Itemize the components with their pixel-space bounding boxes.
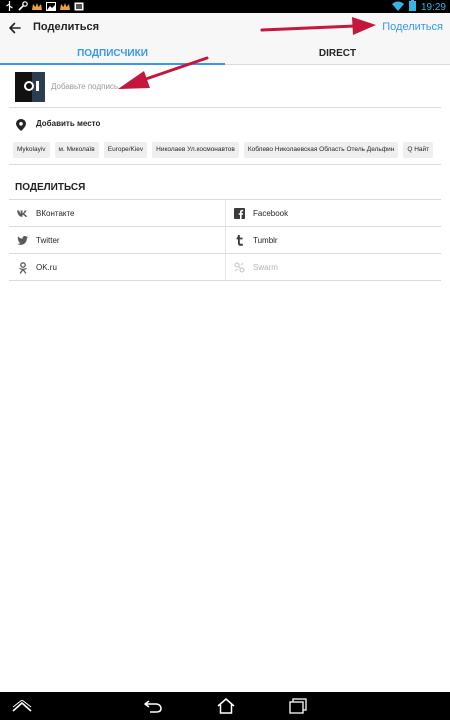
share-submit-button[interactable]: Поделиться xyxy=(382,21,443,33)
gallery-icon xyxy=(74,1,84,11)
wrench-icon xyxy=(18,1,28,11)
system-nav-bar xyxy=(0,692,450,720)
usb-icon xyxy=(4,1,14,11)
share-target-vk[interactable]: ВКонтакте xyxy=(9,200,225,227)
caption-row xyxy=(9,65,441,108)
image-icon xyxy=(46,1,56,11)
place-suggestions: Mykolayiv м. Миколаїв Europe/Kiev Никола… xyxy=(13,142,441,158)
recent-apps-icon[interactable] xyxy=(288,697,308,715)
share-target-label: OK.ru xyxy=(36,263,57,272)
share-target-label: Facebook xyxy=(253,209,289,218)
twitter-icon xyxy=(17,235,28,246)
share-section-title: ПОДЕЛИТЬСЯ xyxy=(15,182,86,193)
add-place-row[interactable]: Добавить место xyxy=(9,110,441,138)
crown-icon xyxy=(32,1,42,11)
photo-thumbnail xyxy=(15,72,45,102)
annotation-arrows xyxy=(118,17,376,89)
app-bar: Поделиться Поделиться xyxy=(0,13,450,43)
place-chip[interactable]: Коблево Николаевская Область Отель Дельф… xyxy=(243,142,399,158)
share-target-label: Twitter xyxy=(36,236,60,245)
share-target-label: ВКонтакте xyxy=(36,209,75,218)
home-icon[interactable] xyxy=(216,697,236,715)
status-bar: 19:29 xyxy=(0,0,450,13)
share-target-ok[interactable]: OK.ru xyxy=(9,254,225,281)
add-place-label: Добавить место xyxy=(36,119,101,128)
share-target-facebook[interactable]: Facebook xyxy=(225,200,441,227)
share-target-swarm[interactable]: Swarm xyxy=(225,254,441,281)
tab-followers[interactable]: ПОДПИСЧИКИ xyxy=(0,43,225,65)
share-targets-grid: ВКонтакте Facebook Twitter Tumblr OK.ru … xyxy=(9,199,441,281)
audience-tabs: ПОДПИСЧИКИ DIRECT xyxy=(0,43,450,65)
caption-input[interactable] xyxy=(51,82,411,91)
back-icon[interactable] xyxy=(143,697,163,715)
vk-icon xyxy=(17,208,28,219)
place-chip[interactable]: Mykolayiv xyxy=(13,142,50,158)
place-chip[interactable]: Europe/Kiev xyxy=(103,142,148,158)
tumblr-icon xyxy=(234,235,245,246)
share-target-tumblr[interactable]: Tumblr xyxy=(225,227,441,254)
home-up-icon[interactable] xyxy=(12,697,32,715)
back-arrow-icon[interactable] xyxy=(6,19,24,37)
tab-direct[interactable]: DIRECT xyxy=(225,43,450,65)
share-target-label: Swarm xyxy=(253,263,278,272)
ok-icon xyxy=(17,261,28,274)
share-target-twitter[interactable]: Twitter xyxy=(9,227,225,254)
place-chip[interactable]: Николаев Ул.космонавтов xyxy=(152,142,239,158)
place-chip[interactable]: м. Миколаїв xyxy=(54,142,99,158)
swarm-icon xyxy=(234,262,245,273)
place-chip[interactable]: Q Найт xyxy=(403,142,434,158)
location-pin-icon xyxy=(16,118,26,131)
facebook-icon xyxy=(234,208,245,219)
crown-icon xyxy=(60,1,70,11)
share-target-label: Tumblr xyxy=(253,236,278,245)
page-title: Поделиться xyxy=(33,21,100,33)
divider xyxy=(9,164,441,165)
